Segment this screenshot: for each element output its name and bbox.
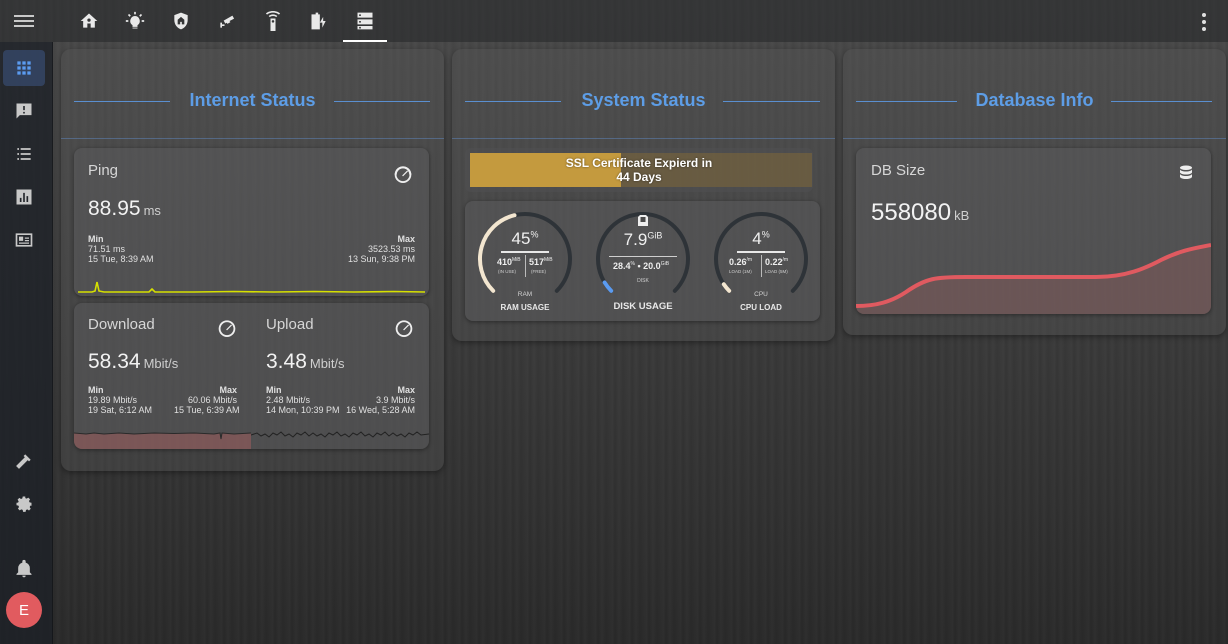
- cctv-icon: [220, 15, 235, 28]
- tab-security[interactable]: [158, 0, 204, 42]
- sidebar-item-notifications[interactable]: [3, 551, 45, 587]
- sidebar-item-statistics[interactable]: [3, 179, 45, 215]
- internet-status-header: Internet Status: [61, 49, 444, 139]
- ram-free: 517MiB: [529, 257, 553, 267]
- card-title: DB Size: [871, 162, 926, 179]
- sidebar-item-developer-tools[interactable]: [3, 443, 45, 479]
- format-list-bulleted-icon: [17, 148, 31, 160]
- cpu-load5: 0.22/m: [765, 257, 789, 267]
- ram-free-caption: (FREE): [531, 269, 546, 274]
- remote-icon: [265, 11, 281, 31]
- sidebar-item-history[interactable]: [3, 136, 45, 172]
- cpu-load-title: CPU LOAD: [740, 303, 782, 312]
- ping-card[interactable]: Ping 88.95 ms Min 71.51 ms 15 Tue, 8:39 AM …: [74, 148, 429, 296]
- home-icon: [80, 13, 98, 28]
- upload-value: 3.48 Mbit/s: [266, 350, 345, 373]
- db-size-card[interactable]: DB Size 558080 kB: [856, 148, 1211, 314]
- server-icon: [357, 12, 373, 30]
- database-info-header: Database Info: [843, 49, 1226, 139]
- sidebar: E: [0, 42, 53, 644]
- view-dashboard-icon: [17, 61, 31, 75]
- ping-value: 88.95 ms: [88, 197, 161, 220]
- db-size-sparkline: [856, 243, 1211, 314]
- sidebar-item-overview[interactable]: [3, 50, 45, 86]
- ram-used: 410MiB: [497, 257, 521, 267]
- tab-energy[interactable]: [296, 0, 342, 42]
- view-tabs: [66, 0, 388, 42]
- cog-icon: [16, 496, 33, 512]
- disk-gauge: 7.9GiB 28.4% • 20.0GiB DISK: [593, 209, 693, 309]
- download-value: 58.34 Mbit/s: [88, 350, 179, 373]
- ping-min: Min 71.51 ms 15 Tue, 8:39 AM: [88, 234, 154, 264]
- shield-home-icon: [174, 12, 188, 30]
- chart-box-icon: [16, 189, 32, 205]
- ssl-text: SSL Certificate Expierd in 44 Days: [565, 156, 713, 184]
- cpu-label: CPU: [754, 291, 768, 298]
- ram-usage-title: RAM USAGE: [500, 303, 550, 312]
- ping-max: Max 3523.53 ms 13 Sun, 9:38 PM: [347, 234, 415, 264]
- lightbulb-icon: [125, 11, 145, 29]
- tab-home[interactable]: [66, 0, 112, 42]
- cpu-load1-caption: LOAD (1M): [729, 269, 752, 274]
- disk-summary: 28.4% • 20.0GiB: [613, 261, 670, 271]
- dots-vertical-icon[interactable]: [1194, 12, 1214, 32]
- tab-server[interactable]: [342, 0, 388, 42]
- upload-max: Max 3.9 Mbit/s 16 Wed, 5:28 AM: [346, 385, 415, 415]
- upload-title: Upload: [266, 316, 314, 333]
- sidebar-item-logbook[interactable]: [3, 93, 45, 129]
- top-app-bar: [0, 0, 1228, 42]
- ram-gauge: 45% 410MiB (IN USE) 517MiB (FREE) RAM: [475, 209, 575, 309]
- card-title: Ping: [88, 162, 119, 179]
- db-size-value: 558080 kB: [871, 199, 970, 226]
- database-icon: [1180, 165, 1192, 179]
- bell-icon: [16, 559, 32, 578]
- sidebar-item-energy[interactable]: [3, 222, 45, 258]
- ssl-certificate-bar[interactable]: SSL Certificate Expierd in 44 Days: [465, 148, 813, 192]
- sidebar-item-settings[interactable]: [3, 486, 45, 522]
- sd-card-icon: [638, 215, 648, 226]
- ram-percent: 45%: [511, 229, 539, 248]
- menu-icon[interactable]: [14, 12, 34, 30]
- disk-label: DISK: [637, 278, 649, 284]
- cpu-load1: 0.26/m: [729, 257, 753, 267]
- disk-used: 7.9GiB: [623, 230, 663, 249]
- tab-lights[interactable]: [112, 0, 158, 42]
- avatar[interactable]: E: [6, 592, 42, 628]
- hammer-icon: [16, 454, 31, 469]
- system-status-header: System Status: [452, 49, 835, 139]
- internet-status-panel: Internet Status Ping 88.95 ms Min 71.51 ms…: [61, 49, 444, 471]
- disk-usage-title: DISK USAGE: [613, 301, 673, 312]
- database-info-panel: Database Info DB Size 558080 kB: [843, 49, 1226, 335]
- upload-min: Min 2.48 Mbit/s 14 Mon, 10:39 PM: [266, 385, 340, 415]
- download-max: Max 60.06 Mbit/s 15 Tue, 6:39 AM: [174, 385, 240, 415]
- ram-label: RAM: [517, 291, 533, 298]
- tab-cameras[interactable]: [204, 0, 250, 42]
- download-min: Min 19.89 Mbit/s 19 Sat, 6:12 AM: [88, 385, 153, 415]
- battery-charging-icon: [311, 12, 326, 30]
- bandwidth-card[interactable]: Download 58.34 Mbit/s Min 19.89 Mbit/s 19 S…: [74, 303, 429, 449]
- speedometer-icon: [218, 320, 236, 337]
- message-alert-icon: [16, 103, 32, 119]
- speedometer-icon: [395, 320, 413, 337]
- card-account-details-icon: [15, 233, 33, 247]
- system-status-panel: System Status SSL Certificate Expierd in…: [452, 49, 835, 341]
- speedometer-icon: [394, 166, 412, 183]
- cpu-percent: 4%: [752, 229, 770, 248]
- cpu-load5-caption: LOAD (5M): [765, 269, 788, 274]
- ram-used-caption: (IN USE): [498, 269, 516, 274]
- ping-sparkline: [78, 281, 426, 293]
- tab-remote[interactable]: [250, 0, 296, 42]
- cpu-gauge: 4% 0.26/m LOAD (1M) 0.22/m LOAD (5M) CPU: [711, 209, 811, 309]
- download-title: Download: [88, 316, 155, 333]
- upload-sparkline: [251, 431, 429, 438]
- system-gauges-card[interactable]: 45% 410MiB (IN USE) 517MiB (FREE) RAM RA…: [465, 201, 820, 321]
